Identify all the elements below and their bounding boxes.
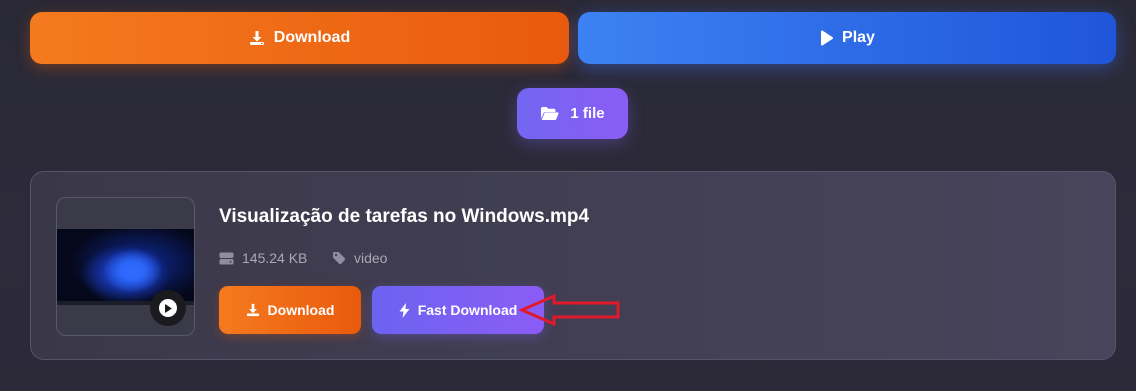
file-download-label: Download (267, 302, 335, 318)
file-download-button[interactable]: Download (219, 286, 361, 334)
file-count-label: 1 file (570, 105, 605, 122)
play-button-label: Play (842, 29, 875, 46)
download-button-label: Download (273, 29, 351, 46)
bolt-icon (399, 302, 410, 318)
play-icon (821, 30, 834, 46)
file-size-value: 145.24 KB (242, 250, 308, 266)
annotation-arrow-icon (518, 293, 620, 327)
thumbnail-play-button[interactable] (150, 290, 186, 326)
page: Download Play 1 file Visualização de tar… (0, 0, 1136, 391)
hard-drive-icon (219, 252, 234, 264)
folder-open-icon (541, 107, 559, 120)
download-button[interactable]: Download (30, 12, 569, 64)
file-size: 145.24 KB (219, 250, 307, 266)
file-type: video (332, 250, 387, 266)
download-icon (249, 31, 264, 45)
file-count-button[interactable]: 1 file (517, 88, 628, 139)
file-name: Visualização de tarefas no Windows.mp4 (219, 206, 590, 227)
play-button[interactable]: Play (578, 12, 1116, 64)
video-thumbnail[interactable] (56, 197, 195, 336)
file-type-value: video (354, 250, 388, 266)
file-card: Visualização de tarefas no Windows.mp4 1… (30, 171, 1116, 360)
play-circle-icon (159, 299, 177, 317)
fast-download-label: Fast Download (417, 302, 518, 318)
download-icon (246, 303, 259, 317)
tag-icon (333, 252, 346, 265)
